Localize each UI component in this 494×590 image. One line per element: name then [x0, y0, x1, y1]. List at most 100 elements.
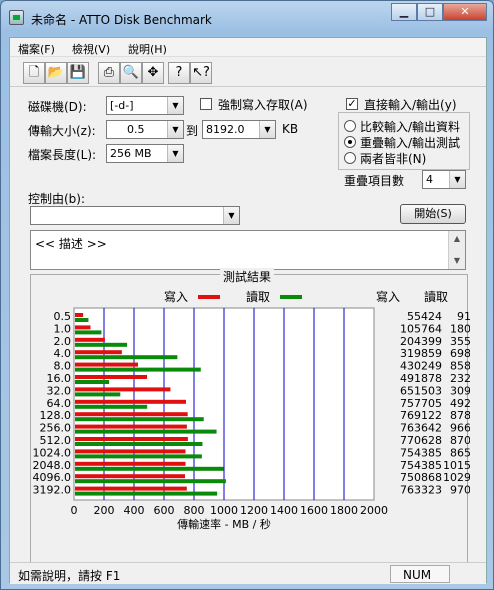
x-tick-label: 600: [154, 504, 175, 517]
read-value: 1015358: [443, 459, 470, 472]
description-scrollbar[interactable]: ▲ ▼: [448, 231, 465, 269]
write-value: 105764: [400, 322, 442, 335]
file-length-select[interactable]: 256 MB ▼: [106, 144, 184, 163]
close-button[interactable]: ✕: [443, 3, 487, 21]
transfer-size-label: 傳輸大小(z):: [28, 124, 96, 138]
y-tick-label: 64.0: [47, 397, 72, 410]
status-bar: 如需說明，請按 F1 NUM: [10, 562, 486, 584]
controlled-by-select[interactable]: ▼: [30, 206, 240, 225]
maximize-button[interactable]: □: [417, 3, 443, 21]
move-icon[interactable]: ✥: [142, 62, 164, 84]
write-value: 750868: [400, 471, 442, 484]
x-tick-label: 2000: [360, 504, 388, 517]
read-value: 91684: [457, 310, 470, 323]
scroll-down-icon: ▼: [453, 256, 461, 265]
y-tick-label: 8.0: [54, 360, 72, 373]
read-value: 698736: [450, 347, 470, 360]
description-area[interactable]: << 描述 >> ▲ ▼: [30, 230, 466, 270]
y-tick-label: 3192.0: [33, 484, 72, 497]
app-icon: [9, 10, 24, 25]
read-value: 180297: [450, 322, 470, 335]
y-tick-label: 4096.0: [33, 471, 72, 484]
transfer-unit: KB: [282, 122, 299, 136]
write-bar: [75, 313, 84, 317]
compare-io-radio[interactable]: [344, 120, 356, 132]
read-value: 232929: [450, 372, 470, 385]
write-bar: [75, 375, 148, 379]
minimize-button[interactable]: ▁: [391, 3, 417, 21]
read-bar: [75, 466, 224, 471]
read-bar: [75, 442, 203, 446]
x-tick-label: 1200: [240, 504, 268, 517]
window-title: 未命名 - ATTO Disk Benchmark: [31, 13, 212, 27]
read-bar: [75, 454, 202, 459]
write-bar: [75, 325, 91, 330]
y-tick-label: 2048.0: [33, 459, 72, 472]
menu-view[interactable]: 檢視(V): [72, 41, 110, 57]
read-bar: [75, 355, 178, 360]
read-bar: [75, 318, 89, 322]
write-bar: [75, 486, 187, 491]
read-value: 966403: [450, 422, 470, 435]
transfer-to-select[interactable]: 8192.0 ▼: [202, 120, 276, 139]
write-value: 204399: [400, 335, 442, 348]
transfer-to-label: 到: [186, 124, 199, 138]
y-tick-label: 0.5: [54, 310, 72, 323]
benchmark-chart: 0 200 400 600 800 1000 1200 1400 1600 1800 2000 傳輸速…: [33, 307, 470, 531]
queue-depth-label: 重疊項目數: [344, 174, 405, 188]
menu-file[interactable]: 檔案(F): [18, 41, 55, 57]
write-value: 763642: [400, 422, 442, 435]
file-length-label: 檔案長度(L):: [28, 148, 97, 162]
write-value: 491878: [400, 372, 442, 385]
write-bar: [75, 424, 187, 429]
x-tick-label: 400: [124, 504, 145, 517]
queue-depth-select[interactable]: 4 ▼: [422, 170, 466, 189]
force-write-checkbox[interactable]: [200, 98, 212, 110]
open-icon[interactable]: 📂: [45, 62, 67, 84]
chevron-down-icon: ▼: [167, 121, 183, 138]
help-icon[interactable]: ?: [168, 62, 190, 84]
compare-io-label: 比較輸入/輸出資料: [360, 120, 461, 134]
context-help-icon[interactable]: ↖?: [190, 62, 212, 84]
write-value: 430249: [400, 360, 442, 373]
write-value: 754385: [400, 446, 442, 459]
print-icon[interactable]: ⎙: [98, 62, 120, 84]
title-bar[interactable]: 未命名 - ATTO Disk Benchmark ▁ □ ✕: [7, 3, 487, 29]
write-value: 769122: [400, 409, 442, 422]
read-bar: [75, 392, 121, 397]
drive-select[interactable]: [-d-] ▼: [106, 96, 184, 115]
drive-label: 磁碟機(D):: [28, 100, 87, 114]
col-write-header: 寫入: [376, 290, 401, 304]
read-value: 870239: [450, 434, 470, 447]
toolbar: 🗋 📂 💾 ⎙ 🔍 ✥ ? ↖?: [10, 59, 486, 87]
scroll-up-icon: ▲: [453, 234, 461, 243]
direct-io-checkbox[interactable]: ✓: [346, 98, 358, 110]
description-text: << 描述 >>: [35, 237, 107, 251]
y-tick-label: 4.0: [54, 347, 72, 360]
read-value: 858554: [450, 360, 470, 373]
write-value: 319859: [400, 347, 442, 360]
new-icon[interactable]: 🗋: [23, 62, 45, 84]
results-title: 測試結果: [220, 268, 275, 285]
write-bar: [75, 350, 122, 355]
x-tick-label: 200: [94, 504, 115, 517]
print-preview-icon[interactable]: 🔍: [120, 62, 142, 84]
chevron-down-icon: ▼: [167, 145, 183, 162]
write-bar: [75, 387, 171, 392]
read-bar: [75, 404, 148, 409]
transfer-from-select[interactable]: 0.5 ▼: [106, 120, 184, 139]
write-value: 770628: [400, 434, 442, 447]
write-value: 754385: [400, 459, 442, 472]
write-value: 651503: [400, 384, 442, 397]
chevron-down-icon: ▼: [259, 121, 275, 138]
force-write-label: 強制寫入存取(A): [218, 98, 308, 112]
write-value: 55424: [407, 310, 442, 323]
overlapped-io-radio[interactable]: [344, 136, 356, 148]
menu-help[interactable]: 說明(H): [128, 41, 167, 57]
y-tick-label: 2.0: [54, 335, 72, 348]
write-bar: [75, 437, 188, 441]
save-icon[interactable]: 💾: [67, 62, 89, 84]
neither-radio[interactable]: [344, 152, 356, 164]
legend-write-label: 寫入: [164, 290, 189, 304]
start-button[interactable]: 開始(S): [400, 204, 466, 224]
